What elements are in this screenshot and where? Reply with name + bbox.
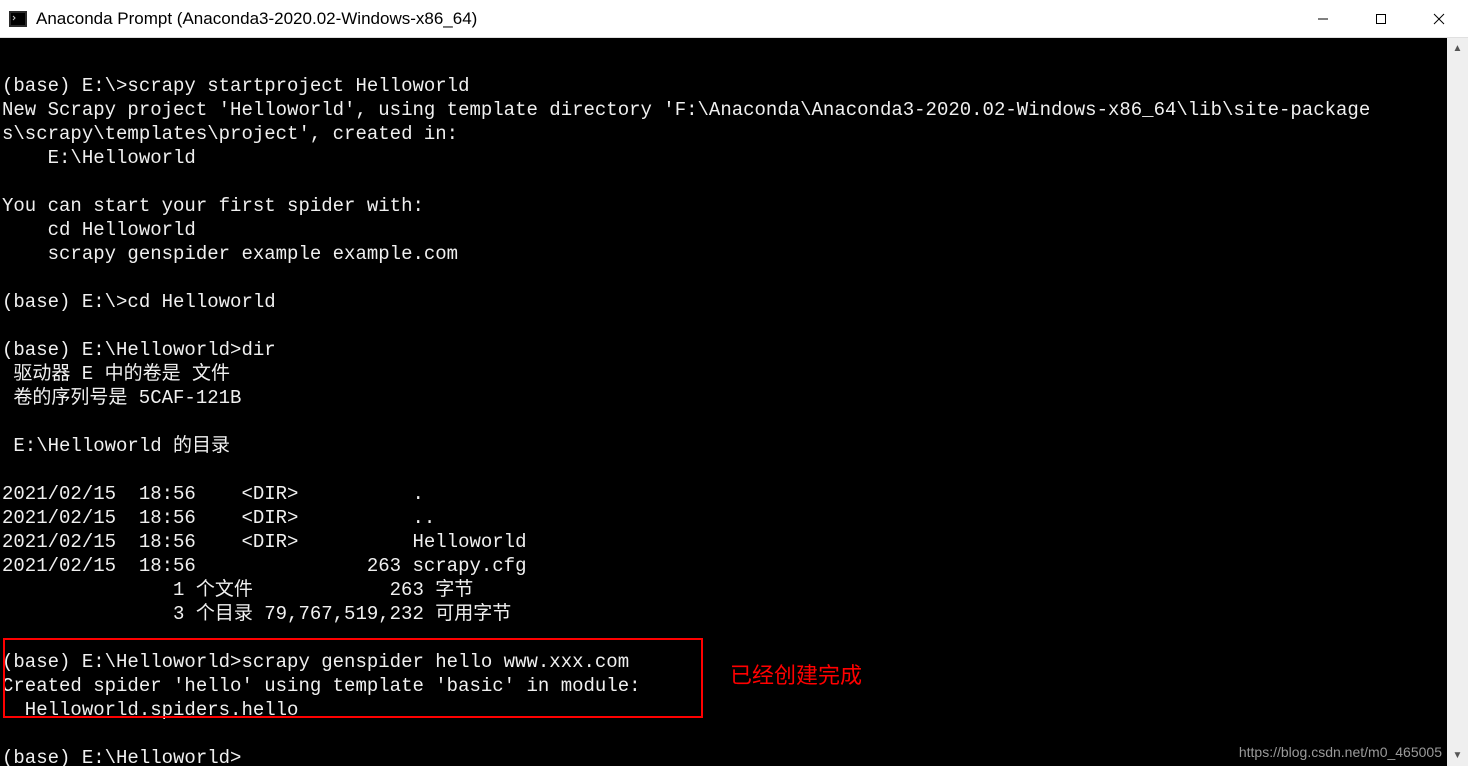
window-title: Anaconda Prompt (Anaconda3-2020.02-Windo…: [36, 9, 1294, 29]
terminal-area: (base) E:\>scrapy startproject Helloworl…: [0, 38, 1468, 766]
minimize-button[interactable]: [1294, 0, 1352, 37]
scroll-track[interactable]: [1447, 59, 1468, 745]
watermark-text: https://blog.csdn.net/m0_465005: [1239, 744, 1442, 760]
scroll-down-button[interactable]: ▼: [1447, 745, 1468, 766]
close-button[interactable]: [1410, 0, 1468, 37]
maximize-button[interactable]: [1352, 0, 1410, 37]
vertical-scrollbar[interactable]: ▲ ▼: [1447, 38, 1468, 766]
terminal-output[interactable]: (base) E:\>scrapy startproject Helloworl…: [0, 38, 1447, 766]
scroll-up-button[interactable]: ▲: [1447, 38, 1468, 59]
window-titlebar: Anaconda Prompt (Anaconda3-2020.02-Windo…: [0, 0, 1468, 38]
app-icon: [8, 10, 28, 28]
window-controls: [1294, 0, 1468, 37]
